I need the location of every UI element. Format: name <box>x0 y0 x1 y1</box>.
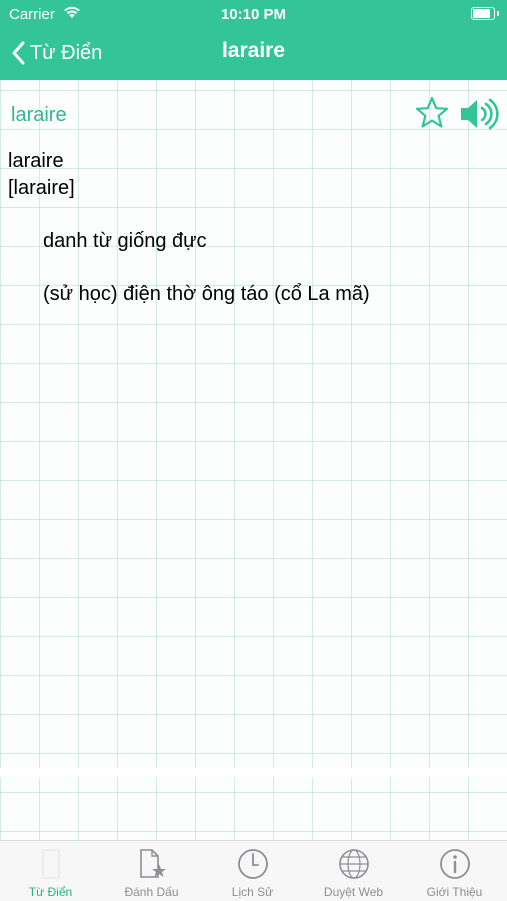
entry-definition: (sử học) điện thờ ông táo (cổ La mã) <box>43 283 370 305</box>
globe-icon <box>337 847 371 886</box>
clock-time: 10:10 PM <box>220 6 287 23</box>
tab-bookmarks[interactable]: Đánh Dấu <box>101 841 202 901</box>
top-bar: Carrier 10:10 PM Từ Điển laraire <box>0 0 507 80</box>
dictionary-icon <box>36 847 66 886</box>
grid-paper-background <box>0 80 507 840</box>
entry-word: laraire <box>8 150 64 172</box>
page-title: laraire <box>221 39 286 62</box>
status-bar: Carrier 10:10 PM <box>0 0 507 30</box>
tab-about-label: Giới Thiệu <box>426 885 483 899</box>
info-icon <box>438 847 472 886</box>
navigation-bar: Từ Điển laraire <box>0 30 507 80</box>
tab-bar: Từ Điển Đánh Dấu Lịch Sử Duyệt Web Giới … <box>0 840 507 901</box>
tab-web-browse-label: Duyệt Web <box>323 885 384 899</box>
tab-dictionary[interactable]: Từ Điển <box>0 841 101 901</box>
tab-history-label: Lịch Sử <box>231 885 274 899</box>
battery-icon <box>471 7 499 20</box>
tab-bookmarks-label: Đánh Dấu <box>124 885 179 899</box>
bookmark-icon <box>135 847 169 886</box>
entry-part-of-speech: danh từ giống đực <box>43 230 207 252</box>
tab-web-browse[interactable]: Duyệt Web <box>303 841 404 901</box>
tab-history[interactable]: Lịch Sử <box>202 841 303 901</box>
speaker-icon[interactable] <box>458 96 500 137</box>
star-icon[interactable] <box>414 95 450 136</box>
tab-about[interactable]: Giới Thiệu <box>404 841 505 901</box>
headword-row: laraire <box>0 92 507 136</box>
entry-phonetic: [laraire] <box>8 177 75 199</box>
tab-dictionary-label: Từ Điển <box>28 885 73 899</box>
clock-icon <box>236 847 270 886</box>
headword-label: laraire <box>11 104 67 126</box>
